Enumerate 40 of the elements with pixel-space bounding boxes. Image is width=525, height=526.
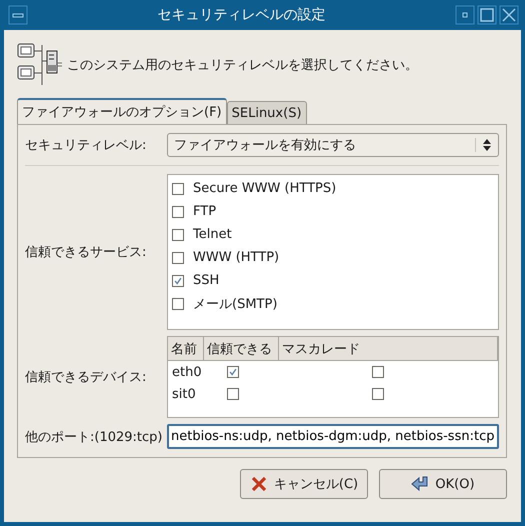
tab[interactable]: ファイアウォールのオプション(F) xyxy=(17,98,227,124)
maximize-icon[interactable] xyxy=(477,5,497,25)
window-title: セキュリティレベルの設定 xyxy=(156,6,326,24)
return-arrow-icon xyxy=(411,475,430,493)
checkbox[interactable] xyxy=(172,228,184,240)
field-label: 他のポート:(1029:tcp) xyxy=(25,428,164,446)
column-header[interactable]: マスカレード xyxy=(279,337,498,360)
ok-button[interactable]: OK(O) xyxy=(379,469,507,499)
service-label[interactable]: Telnet xyxy=(193,227,232,242)
table-cell-text: eth0 xyxy=(172,364,203,380)
checkbox[interactable] xyxy=(227,388,239,400)
service-label[interactable]: メール(SMTP) xyxy=(193,294,278,312)
tab[interactable]: SELinux(S) xyxy=(226,101,307,124)
input-field[interactable]: netbios-ns:udp, netbios-dgm:udp, netbios-ssn:tcp xyxy=(167,424,499,449)
service-label[interactable]: SSH xyxy=(193,273,220,288)
column-header[interactable]: 名前 xyxy=(168,337,204,360)
checkbox[interactable] xyxy=(227,366,239,378)
column-header[interactable]: 信頼できる xyxy=(204,337,279,360)
checkbox[interactable] xyxy=(172,182,184,194)
security-level-dropdown[interactable]: ファイアウォールを有効にする xyxy=(167,133,499,157)
field-label: 信頼できるサービス: xyxy=(25,244,148,261)
checkbox[interactable] xyxy=(172,206,184,218)
table-cell-text: sit0 xyxy=(172,386,197,402)
close-icon[interactable] xyxy=(499,5,519,25)
minimize-icon[interactable] xyxy=(455,5,475,25)
cancel-button[interactable]: キャンセル(C) xyxy=(240,469,368,499)
service-label[interactable]: WWW (HTTP) xyxy=(193,250,280,265)
window-menu-icon[interactable] xyxy=(8,5,28,25)
updown-arrows-icon xyxy=(475,138,492,152)
close-icon xyxy=(250,475,268,493)
checkbox[interactable] xyxy=(172,274,184,286)
checkbox[interactable] xyxy=(172,298,184,310)
service-label[interactable]: FTP xyxy=(193,204,216,219)
checkbox[interactable] xyxy=(372,388,384,400)
checkbox[interactable] xyxy=(372,366,384,378)
instruction-text: このシステム用のセキュリティレベルを選択してください。 xyxy=(67,57,418,74)
service-label[interactable]: Secure WWW (HTTPS) xyxy=(193,181,336,196)
field-label: セキュリティレベル: xyxy=(25,137,148,154)
field-label: 信頼できるデバイス: xyxy=(25,369,148,386)
checkbox[interactable] xyxy=(172,252,184,264)
